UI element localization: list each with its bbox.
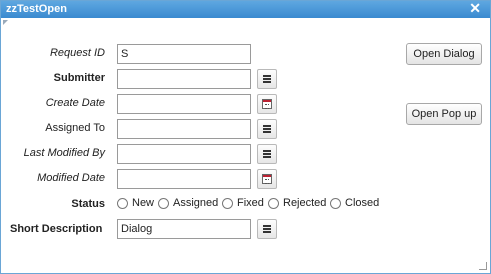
title-bar[interactable]: zzTestOpen ✕	[1, 0, 490, 18]
open-dialog-button[interactable]: Open Dialog	[406, 43, 482, 65]
dialog-window: zzTestOpen ✕ Request ID S Submitter Crea…	[0, 0, 491, 274]
create-date-label: Create Date	[45, 97, 105, 109]
menu-icon	[263, 225, 271, 233]
request-id-label: Request ID	[49, 47, 105, 59]
assigned-to-menu-button[interactable]	[257, 119, 277, 139]
assigned-to-label: Assigned To	[45, 122, 105, 134]
status-radio-closed[interactable]	[330, 198, 341, 209]
calendar-icon	[262, 99, 272, 109]
menu-icon	[263, 125, 271, 133]
menu-icon	[263, 150, 271, 158]
request-id-field[interactable]: S	[117, 44, 251, 64]
submitter-field[interactable]	[117, 69, 251, 89]
status-radio-fixed[interactable]	[222, 198, 233, 209]
status-radio-rejected[interactable]	[268, 198, 279, 209]
status-radio-new[interactable]	[117, 198, 128, 209]
short-description-menu-button[interactable]	[257, 219, 277, 239]
modified-date-field[interactable]	[117, 169, 251, 189]
status-option-closed[interactable]: Closed	[345, 197, 379, 209]
create-date-calendar-button[interactable]	[257, 94, 277, 114]
assigned-to-field[interactable]	[117, 119, 251, 139]
status-option-assigned[interactable]: Assigned	[173, 197, 218, 209]
short-description-field[interactable]: Dialog	[117, 219, 251, 239]
last-modified-by-label: Last Modified By	[23, 147, 105, 159]
create-date-field[interactable]	[117, 94, 251, 114]
status-label: Status	[71, 198, 105, 210]
modified-date-label: Modified Date	[37, 172, 105, 184]
corner-marker-icon	[3, 20, 8, 25]
calendar-icon	[262, 174, 272, 184]
modified-date-calendar-button[interactable]	[257, 169, 277, 189]
resize-grip-icon[interactable]	[479, 262, 487, 270]
status-option-fixed[interactable]: Fixed	[237, 197, 264, 209]
last-modified-by-menu-button[interactable]	[257, 144, 277, 164]
status-option-new[interactable]: New	[132, 197, 154, 209]
status-radio-assigned[interactable]	[158, 198, 169, 209]
last-modified-by-field[interactable]	[117, 144, 251, 164]
close-icon[interactable]: ✕	[469, 0, 481, 17]
short-description-label: Short Description	[10, 223, 103, 235]
open-popup-button[interactable]: Open Pop up	[406, 103, 482, 125]
submitter-label: Submitter	[53, 72, 105, 84]
window-title: zzTestOpen	[6, 3, 67, 15]
menu-icon	[263, 75, 271, 83]
status-option-rejected[interactable]: Rejected	[283, 197, 326, 209]
submitter-menu-button[interactable]	[257, 69, 277, 89]
